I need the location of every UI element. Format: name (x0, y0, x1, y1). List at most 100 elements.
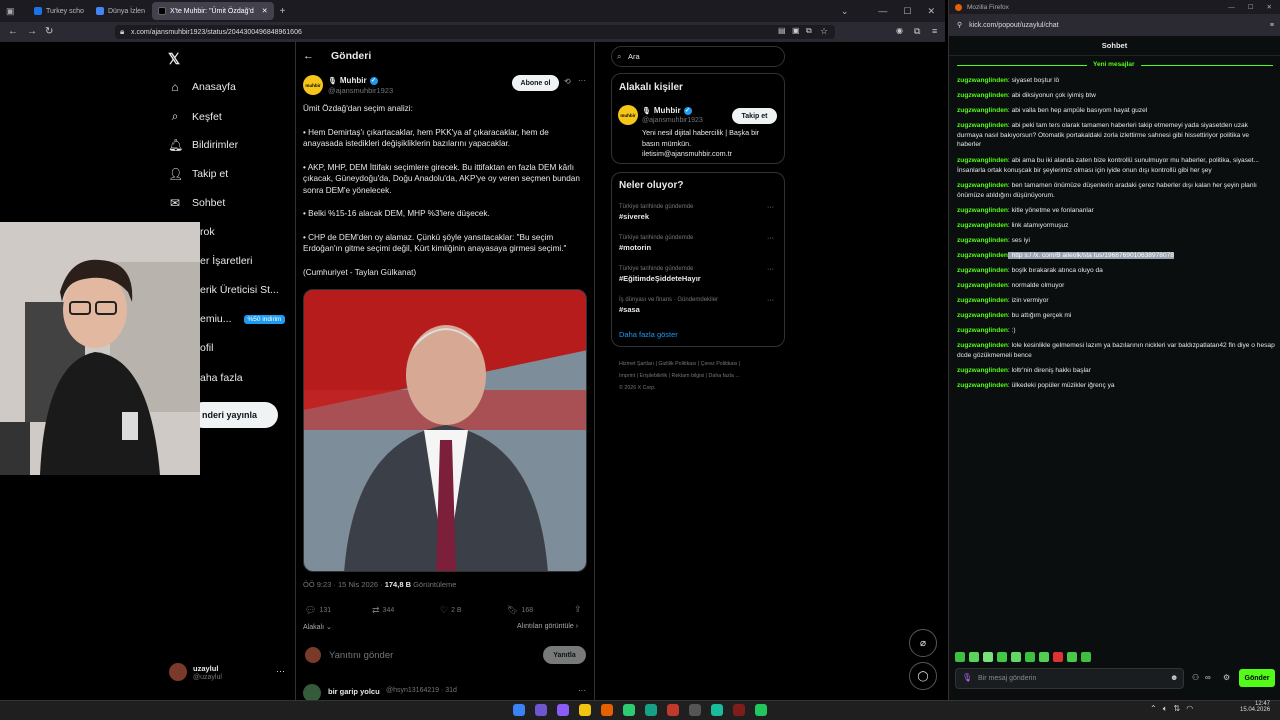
repost-action[interactable]: ⇄ 344 (372, 605, 394, 616)
grok-icon[interactable]: ⟲ (564, 77, 571, 86)
app-icon[interactable] (689, 704, 701, 716)
chat-username[interactable]: zugzwanglinden (957, 282, 1008, 289)
avatar[interactable] (169, 663, 187, 681)
nav-explore[interactable]: ⌕ Keşfet (168, 109, 222, 124)
nav-grok[interactable]: rok (200, 226, 215, 238)
emote-icon[interactable] (983, 652, 993, 662)
chat-username[interactable]: zugzwanglinden (957, 107, 1008, 114)
maximize-icon[interactable]: ☐ (1248, 3, 1254, 11)
chat-username[interactable]: zugzwanglinden (957, 342, 1008, 349)
maximize-icon[interactable]: ☐ (903, 6, 911, 17)
forward-icon[interactable]: → (27, 26, 37, 37)
post-button[interactable]: nderi yayınla (190, 402, 278, 428)
nav-bookmarks[interactable]: er İşaretleri (200, 255, 253, 267)
tweet-image[interactable] (303, 289, 587, 572)
address-bar[interactable]: ⚲ kick.com/popout/uzaylul/chat ≡ (949, 14, 1280, 36)
bookmark-action[interactable]: 🔖︎ 168 (507, 605, 533, 616)
emote-icon[interactable] (1067, 652, 1077, 662)
view-quotes-link[interactable]: Alıntıları görüntüle › (517, 623, 578, 630)
emote-icon[interactable] (997, 652, 1007, 662)
app-icon[interactable] (645, 704, 657, 716)
footer-link[interactable]: Erişilebilirlik (640, 373, 668, 379)
firefox-icon[interactable] (601, 704, 613, 716)
back-icon[interactable]: ← (8, 26, 18, 37)
mic-icon[interactable]: 🎙︎ (962, 673, 972, 682)
browser-tab[interactable]: Dünya İzlen (90, 2, 150, 20)
trend-item[interactable]: Türkiye tarihinde gündemde #motorin (619, 235, 693, 252)
footer-link[interactable]: Imprint (619, 373, 635, 379)
browser-tab[interactable]: Turkey scho (28, 2, 88, 20)
footer-link[interactable]: Daha fazla ... (709, 373, 740, 379)
chat-username[interactable]: zugzwanglinden (957, 252, 1008, 259)
chat-username[interactable]: zugzwanglinden (957, 92, 1008, 99)
app-icon[interactable] (755, 704, 767, 716)
reply-author-name[interactable]: bir garip yolcu (328, 687, 380, 696)
nav-home[interactable]: ⌂ Anasayfa (168, 80, 235, 94)
more-icon[interactable]: ··· (578, 686, 586, 695)
more-icon[interactable]: ··· (767, 235, 774, 242)
footer-link[interactable]: Çerez Politikası (701, 361, 738, 367)
trend-item[interactable]: İş dünyası ve finans · Gündemdekiler #sa… (619, 297, 718, 314)
folder-icon[interactable] (579, 704, 591, 716)
translate-icon[interactable]: ⧉ (806, 26, 812, 36)
footer-link[interactable]: Hizmet Şartları (619, 361, 654, 367)
reader-icon[interactable]: ▤ (778, 26, 786, 35)
chevron-down-icon[interactable]: ⌄ (841, 6, 849, 17)
nav-premium[interactable]: emiu... %50 indirim (200, 313, 286, 325)
new-tab-icon[interactable]: + (280, 6, 286, 17)
reply-action[interactable]: 💬︎ 131 (305, 605, 331, 616)
more-icon[interactable]: ··· (276, 666, 285, 676)
app-icon[interactable] (711, 704, 723, 716)
emote-icon[interactable] (1053, 652, 1063, 662)
emote-icon[interactable] (1025, 652, 1035, 662)
chat-username[interactable]: zugzwanglinden (957, 367, 1008, 374)
search-input[interactable]: Ara (611, 46, 785, 67)
chat-username[interactable]: zugzwanglinden (957, 77, 1008, 84)
app-icon[interactable] (623, 704, 635, 716)
minimize-icon[interactable]: — (1228, 4, 1235, 11)
like-action[interactable]: ♡ 2 B (440, 605, 462, 616)
app-icon[interactable] (667, 704, 679, 716)
minimize-icon[interactable]: — (878, 6, 887, 16)
emoji-icon[interactable]: ☻ (1170, 673, 1178, 682)
nav-follow[interactable]: 👤︎ Takip et (168, 167, 228, 181)
nav-more[interactable]: aha fazla (200, 372, 243, 384)
chat-username[interactable]: zugzwanglinden (957, 312, 1008, 319)
subscribe-button[interactable]: Abone ol (512, 75, 559, 91)
chat-username[interactable]: zugzwanglinden (957, 157, 1008, 164)
follow-button[interactable]: Takip et (732, 108, 777, 124)
reply-button[interactable]: Yanıtla (543, 646, 586, 664)
trend-item[interactable]: Türkiye tarihinde gündemde #EğitimdeŞidd… (619, 266, 701, 283)
chat-icon[interactable]: ◯ (909, 662, 937, 690)
speaker-icon[interactable]: 🔈︎ (1163, 704, 1168, 714)
menu-icon[interactable]: ≡ (932, 26, 937, 36)
nav-creator-studio[interactable]: erik Üreticisi St... (200, 284, 279, 296)
tab-list-icon[interactable]: ▣ (6, 6, 26, 17)
more-icon[interactable]: ··· (767, 297, 774, 304)
chat-username[interactable]: zugzwanglinden (957, 382, 1008, 389)
back-arrow-icon[interactable]: ← (303, 50, 314, 62)
wifi-icon[interactable]: ◠ (1186, 704, 1193, 714)
emote-icon[interactable] (969, 652, 979, 662)
close-window-icon[interactable]: ✕ (927, 6, 935, 17)
start-icon[interactable] (513, 704, 525, 716)
network-icon[interactable]: ⇅ (1174, 704, 1181, 714)
chat-username[interactable]: zugzwanglinden (957, 207, 1008, 214)
close-window-icon[interactable]: ✕ (1267, 3, 1272, 11)
chat-username[interactable]: zugzwanglinden (957, 297, 1008, 304)
emote-icon[interactable] (1039, 652, 1049, 662)
users-icon[interactable]: ⚇ (1192, 673, 1199, 682)
star-icon[interactable]: ☆ (820, 26, 828, 37)
chat-username[interactable]: zugzwanglinden (957, 237, 1008, 244)
reload-icon[interactable]: ↻ (45, 26, 53, 37)
more-icon[interactable]: ··· (767, 266, 774, 273)
chat-username[interactable]: zugzwanglinden (957, 182, 1008, 189)
emote-icon[interactable] (1011, 652, 1021, 662)
trend-item[interactable]: Türkiye tarihinde gündemde #siverek (619, 204, 693, 221)
pip-icon[interactable]: ▣ (792, 26, 800, 35)
chat-username[interactable]: zugzwanglinden (957, 327, 1008, 334)
browser-tab-active[interactable]: X'te Muhbir: "Ümit Özdağ'd ✕ (152, 2, 274, 20)
more-icon[interactable]: ··· (578, 76, 586, 85)
address-bar[interactable]: x.com/ajansmuhbir1923/status/20443004968… (115, 25, 835, 39)
show-more-link[interactable]: Daha fazla göster (619, 330, 678, 339)
